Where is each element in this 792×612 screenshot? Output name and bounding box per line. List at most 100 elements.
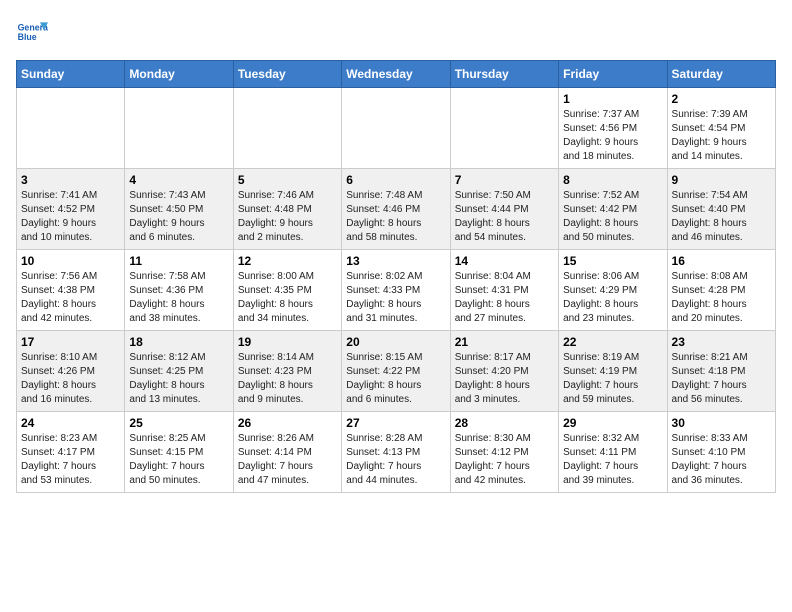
day-number: 9: [672, 173, 771, 187]
day-number: 16: [672, 254, 771, 268]
day-number: 21: [455, 335, 554, 349]
day-number: 29: [563, 416, 662, 430]
calendar-cell: 6 Sunrise: 7:48 AM Sunset: 4:46 PM Daylig…: [342, 169, 450, 250]
day-info: Sunrise: 7:50 AM Sunset: 4:44 PM Dayligh…: [455, 189, 554, 245]
calendar-cell: 4 Sunrise: 7:43 AM Sunset: 4:50 PM Daylig…: [125, 169, 233, 250]
day-number: 14: [455, 254, 554, 268]
day-info: Sunrise: 8:00 AM Sunset: 4:35 PM Dayligh…: [238, 270, 337, 326]
calendar-cell: [233, 88, 341, 169]
day-number: 8: [563, 173, 662, 187]
logo: General Blue: [16, 16, 52, 48]
calendar-cell: [125, 88, 233, 169]
calendar-cell: 29 Sunrise: 8:32 AM Sunset: 4:11 PM Dayli…: [559, 412, 667, 493]
calendar-cell: 14 Sunrise: 8:04 AM Sunset: 4:31 PM Dayli…: [450, 250, 558, 331]
calendar-week-row: 17 Sunrise: 8:10 AM Sunset: 4:26 PM Dayli…: [17, 331, 776, 412]
calendar-header-row: SundayMondayTuesdayWednesdayThursdayFrid…: [17, 61, 776, 88]
day-info: Sunrise: 7:46 AM Sunset: 4:48 PM Dayligh…: [238, 189, 337, 245]
day-info: Sunrise: 8:26 AM Sunset: 4:14 PM Dayligh…: [238, 432, 337, 488]
calendar-cell: 13 Sunrise: 8:02 AM Sunset: 4:33 PM Dayli…: [342, 250, 450, 331]
day-number: 19: [238, 335, 337, 349]
calendar-cell: 28Sunrise: 8:30 AM Sunset: 4:12 PM Dayli…: [450, 412, 558, 493]
day-number: 24: [21, 416, 120, 430]
day-number: 22: [563, 335, 662, 349]
weekday-header: Friday: [559, 61, 667, 88]
weekday-header: Monday: [125, 61, 233, 88]
calendar-cell: 23 Sunrise: 8:21 AM Sunset: 4:18 PM Dayli…: [667, 331, 775, 412]
day-number: 28: [455, 416, 554, 430]
day-info: Sunrise: 8:25 AM Sunset: 4:15 PM Dayligh…: [129, 432, 228, 488]
calendar-week-row: 3 Sunrise: 7:41 AM Sunset: 4:52 PM Daylig…: [17, 169, 776, 250]
day-number: 25: [129, 416, 228, 430]
day-number: 5: [238, 173, 337, 187]
day-number: 1: [563, 92, 662, 106]
day-info: Sunrise: 8:15 AM Sunset: 4:22 PM Dayligh…: [346, 351, 445, 407]
day-number: 12: [238, 254, 337, 268]
calendar-cell: 17 Sunrise: 8:10 AM Sunset: 4:26 PM Dayli…: [17, 331, 125, 412]
calendar-cell: [450, 88, 558, 169]
day-info: Sunrise: 8:08 AM Sunset: 4:28 PM Dayligh…: [672, 270, 771, 326]
day-info: Sunrise: 7:43 AM Sunset: 4:50 PM Dayligh…: [129, 189, 228, 245]
calendar-cell: 18Sunrise: 8:12 AM Sunset: 4:25 PM Dayli…: [125, 331, 233, 412]
day-info: Sunrise: 8:23 AM Sunset: 4:17 PM Dayligh…: [21, 432, 120, 488]
day-info: Sunrise: 8:04 AM Sunset: 4:31 PM Dayligh…: [455, 270, 554, 326]
day-number: 15: [563, 254, 662, 268]
day-number: 2: [672, 92, 771, 106]
day-info: Sunrise: 8:06 AM Sunset: 4:29 PM Dayligh…: [563, 270, 662, 326]
calendar-cell: 22 Sunrise: 8:19 AM Sunset: 4:19 PM Dayli…: [559, 331, 667, 412]
calendar-cell: 2Sunrise: 7:39 AM Sunset: 4:54 PM Daylig…: [667, 88, 775, 169]
calendar-cell: 10 Sunrise: 7:56 AM Sunset: 4:38 PM Dayli…: [17, 250, 125, 331]
calendar-cell: 27Sunrise: 8:28 AM Sunset: 4:13 PM Dayli…: [342, 412, 450, 493]
day-number: 6: [346, 173, 445, 187]
weekday-header: Thursday: [450, 61, 558, 88]
calendar-table: SundayMondayTuesdayWednesdayThursdayFrid…: [16, 60, 776, 493]
calendar-week-row: 1 Sunrise: 7:37 AM Sunset: 4:56 PM Daylig…: [17, 88, 776, 169]
day-info: Sunrise: 7:54 AM Sunset: 4:40 PM Dayligh…: [672, 189, 771, 245]
day-number: 18: [129, 335, 228, 349]
calendar-cell: 30 Sunrise: 8:33 AM Sunset: 4:10 PM Dayli…: [667, 412, 775, 493]
svg-text:Blue: Blue: [18, 32, 37, 42]
calendar-week-row: 10 Sunrise: 7:56 AM Sunset: 4:38 PM Dayli…: [17, 250, 776, 331]
day-info: Sunrise: 7:58 AM Sunset: 4:36 PM Dayligh…: [129, 270, 228, 326]
day-number: 23: [672, 335, 771, 349]
calendar-week-row: 24 Sunrise: 8:23 AM Sunset: 4:17 PM Dayli…: [17, 412, 776, 493]
day-info: Sunrise: 8:28 AM Sunset: 4:13 PM Dayligh…: [346, 432, 445, 488]
logo-icon: General Blue: [16, 16, 48, 48]
day-info: Sunrise: 8:33 AM Sunset: 4:10 PM Dayligh…: [672, 432, 771, 488]
weekday-header: Saturday: [667, 61, 775, 88]
calendar-cell: 20 Sunrise: 8:15 AM Sunset: 4:22 PM Dayli…: [342, 331, 450, 412]
day-number: 13: [346, 254, 445, 268]
day-number: 30: [672, 416, 771, 430]
day-number: 4: [129, 173, 228, 187]
day-info: Sunrise: 8:21 AM Sunset: 4:18 PM Dayligh…: [672, 351, 771, 407]
day-number: 7: [455, 173, 554, 187]
day-info: Sunrise: 8:19 AM Sunset: 4:19 PM Dayligh…: [563, 351, 662, 407]
day-info: Sunrise: 8:02 AM Sunset: 4:33 PM Dayligh…: [346, 270, 445, 326]
day-info: Sunrise: 7:41 AM Sunset: 4:52 PM Dayligh…: [21, 189, 120, 245]
day-info: Sunrise: 8:10 AM Sunset: 4:26 PM Dayligh…: [21, 351, 120, 407]
calendar-cell: 8Sunrise: 7:52 AM Sunset: 4:42 PM Daylig…: [559, 169, 667, 250]
calendar-cell: 16 Sunrise: 8:08 AM Sunset: 4:28 PM Dayli…: [667, 250, 775, 331]
day-number: 20: [346, 335, 445, 349]
day-number: 10: [21, 254, 120, 268]
day-number: 26: [238, 416, 337, 430]
day-number: 11: [129, 254, 228, 268]
day-info: Sunrise: 8:17 AM Sunset: 4:20 PM Dayligh…: [455, 351, 554, 407]
day-info: Sunrise: 7:56 AM Sunset: 4:38 PM Dayligh…: [21, 270, 120, 326]
page-header: General Blue: [16, 16, 776, 48]
day-number: 3: [21, 173, 120, 187]
calendar-cell: 25 Sunrise: 8:25 AM Sunset: 4:15 PM Dayli…: [125, 412, 233, 493]
calendar-cell: 24 Sunrise: 8:23 AM Sunset: 4:17 PM Dayli…: [17, 412, 125, 493]
weekday-header: Wednesday: [342, 61, 450, 88]
calendar-cell: 19 Sunrise: 8:14 AM Sunset: 4:23 PM Dayli…: [233, 331, 341, 412]
day-number: 17: [21, 335, 120, 349]
calendar-cell: 5 Sunrise: 7:46 AM Sunset: 4:48 PM Daylig…: [233, 169, 341, 250]
day-info: Sunrise: 7:48 AM Sunset: 4:46 PM Dayligh…: [346, 189, 445, 245]
calendar-cell: 12 Sunrise: 8:00 AM Sunset: 4:35 PM Dayli…: [233, 250, 341, 331]
day-info: Sunrise: 8:14 AM Sunset: 4:23 PM Dayligh…: [238, 351, 337, 407]
calendar-cell: [342, 88, 450, 169]
day-info: Sunrise: 8:32 AM Sunset: 4:11 PM Dayligh…: [563, 432, 662, 488]
calendar-cell: 15 Sunrise: 8:06 AM Sunset: 4:29 PM Dayli…: [559, 250, 667, 331]
calendar-cell: 21 Sunrise: 8:17 AM Sunset: 4:20 PM Dayli…: [450, 331, 558, 412]
calendar-cell: 26 Sunrise: 8:26 AM Sunset: 4:14 PM Dayli…: [233, 412, 341, 493]
day-info: Sunrise: 7:37 AM Sunset: 4:56 PM Dayligh…: [563, 108, 662, 164]
